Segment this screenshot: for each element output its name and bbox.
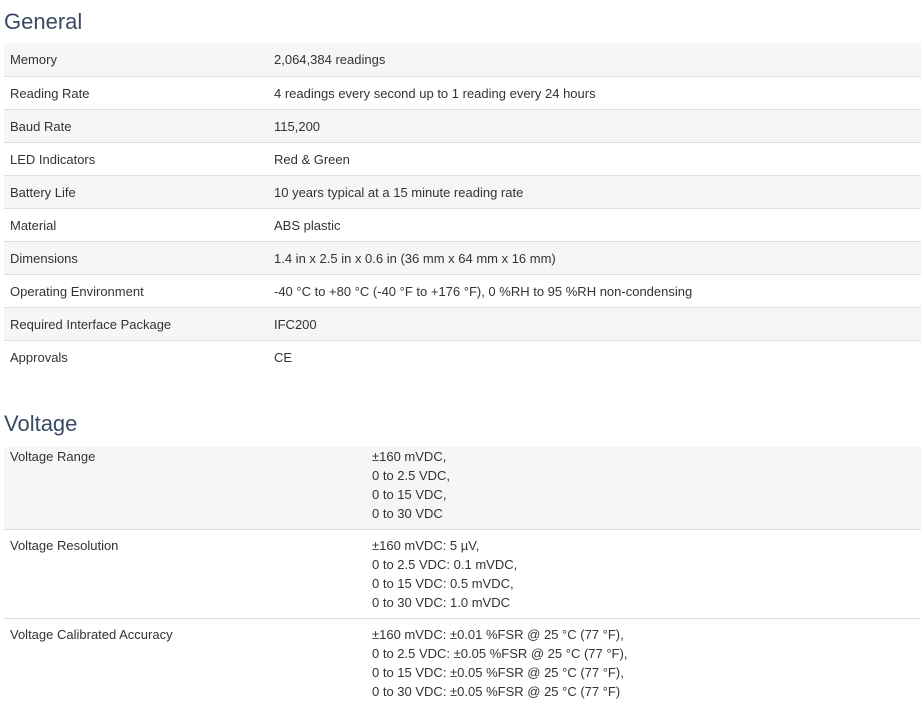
spec-label: Dimensions xyxy=(4,240,268,274)
table-row: Memory 2,064,384 readings xyxy=(4,43,921,76)
table-row: Voltage Calibrated Accuracy ±160 mVDC: ±… xyxy=(4,618,921,707)
table-row: Material ABS plastic xyxy=(4,207,921,241)
table-row: Voltage Range ±160 mVDC, 0 to 2.5 VDC, 0… xyxy=(4,447,921,530)
value-line: 0 to 15 VDC: 0.5 mVDC, xyxy=(372,576,514,591)
table-row: LED Indicators Red & Green xyxy=(4,141,921,175)
spec-label: Voltage Range xyxy=(4,447,366,530)
spec-label: LED Indicators xyxy=(4,141,268,175)
spec-value: -40 °C to +80 °C (-40 °F to +176 °F), 0 … xyxy=(268,273,921,307)
table-row: Battery Life 10 years typical at a 15 min… xyxy=(4,174,921,208)
spec-value: ABS plastic xyxy=(268,207,921,241)
table-row: Voltage Resolution ±160 mVDC: 5 µV, 0 to… xyxy=(4,529,921,619)
value-line: ±160 mVDC: ±0.01 %FSR @ 25 °C (77 °F), xyxy=(372,627,624,642)
value-line: 0 to 15 VDC, xyxy=(372,487,447,502)
spec-value: 10 years typical at a 15 minute reading … xyxy=(268,174,921,208)
value-line: 0 to 30 VDC: ±0.05 %FSR @ 25 °C (77 °F) xyxy=(372,684,621,699)
voltage-section-title: Voltage xyxy=(4,411,78,436)
table-row: Required Interface Package IFC200 xyxy=(4,306,921,340)
table-row: Dimensions 1.4 in x 2.5 in x 0.6 in (36 m… xyxy=(4,240,921,274)
table-row: Reading Rate 4 readings every second up t… xyxy=(4,75,921,109)
spec-page: General Memory 2,064,384 readings Reading… xyxy=(0,0,923,728)
spec-value: ±160 mVDC: ±0.01 %FSR @ 25 °C (77 °F), 0… xyxy=(366,618,921,707)
table-row: Baud Rate 115,200 xyxy=(4,108,921,142)
spec-label: Baud Rate xyxy=(4,108,268,142)
spec-label: Operating Environment xyxy=(4,273,268,307)
spec-label: Voltage Calibrated Accuracy xyxy=(4,618,366,707)
spec-value: 115,200 xyxy=(268,108,921,142)
table-row: Approvals CE xyxy=(4,339,921,373)
table-row: Operating Environment -40 °C to +80 °C (-… xyxy=(4,273,921,307)
value-line: 0 to 30 VDC: 1.0 mVDC xyxy=(372,595,510,610)
spec-label: Memory xyxy=(4,43,268,76)
value-line: 0 to 15 VDC: ±0.05 %FSR @ 25 °C (77 °F), xyxy=(372,665,624,680)
spec-value: IFC200 xyxy=(268,306,921,340)
spec-value: ±160 mVDC: 5 µV, 0 to 2.5 VDC: 0.1 mVDC,… xyxy=(366,529,921,619)
value-line: ±160 mVDC: 5 µV, xyxy=(372,538,480,553)
spec-label: Battery Life xyxy=(4,174,268,208)
value-line: 0 to 30 VDC xyxy=(372,506,443,521)
spec-value: 1.4 in x 2.5 in x 0.6 in (36 mm x 64 mm … xyxy=(268,240,921,274)
value-line: 0 to 2.5 VDC: 0.1 mVDC, xyxy=(372,557,518,572)
value-line: 0 to 2.5 VDC, xyxy=(372,468,451,483)
spec-value: Red & Green xyxy=(268,141,921,175)
spec-value: CE xyxy=(268,339,921,373)
value-line: 0 to 2.5 VDC: ±0.05 %FSR @ 25 °C (77 °F)… xyxy=(372,646,628,661)
spec-label: Voltage Resolution xyxy=(4,529,366,619)
voltage-spec-table: Voltage Range ±160 mVDC, 0 to 2.5 VDC, 0… xyxy=(4,447,921,707)
spec-label: Required Interface Package xyxy=(4,306,268,340)
spec-value: 4 readings every second up to 1 reading … xyxy=(268,75,921,109)
spec-value: 2,064,384 readings xyxy=(268,43,921,76)
general-section-title: General xyxy=(4,9,83,34)
spec-value: ±160 mVDC, 0 to 2.5 VDC, 0 to 15 VDC, 0 … xyxy=(366,447,921,530)
spec-label: Reading Rate xyxy=(4,75,268,109)
general-spec-table: Memory 2,064,384 readings Reading Rate 4 r… xyxy=(4,43,921,373)
spec-label: Approvals xyxy=(4,339,268,373)
spec-label: Material xyxy=(4,207,268,241)
value-line: ±160 mVDC, xyxy=(372,449,447,464)
